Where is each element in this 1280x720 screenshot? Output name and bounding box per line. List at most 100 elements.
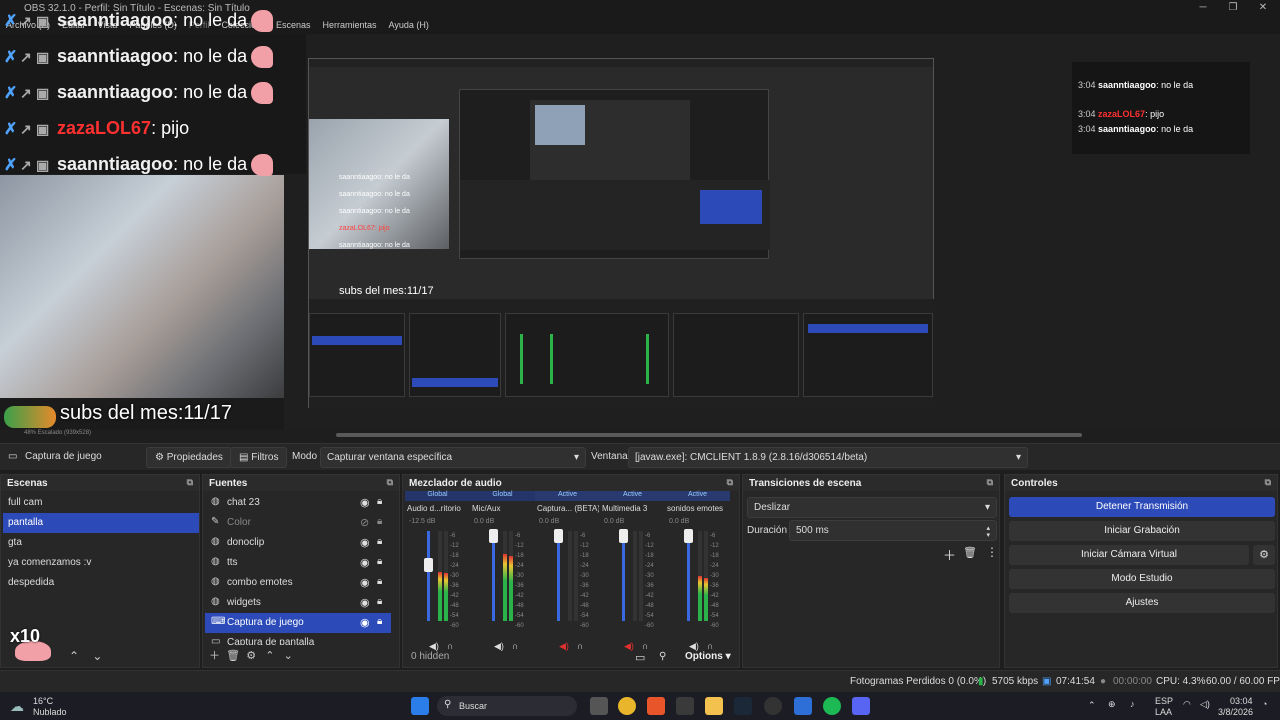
tray-chevron-icon[interactable]: ⌃ (1088, 700, 1096, 711)
windows-start-icon[interactable] (411, 697, 429, 715)
preview-canvas[interactable]: subs del mes:11/17 subs del mes:11/17 sa… (0, 10, 1280, 430)
muted-speaker-icon[interactable]: ◀) (624, 641, 634, 652)
undock-icon[interactable]: ⧉ (187, 477, 193, 488)
undock-icon[interactable]: ⧉ (987, 477, 993, 488)
menu-ayuda[interactable]: Ayuda (H) (383, 17, 435, 33)
source-item[interactable]: ✎ Color ⊘ 🔒︎ (205, 513, 391, 533)
gear-icon[interactable]: ⚙ (246, 650, 256, 662)
menu-herramientas[interactable]: Herramientas (317, 17, 383, 33)
lock-icon[interactable]: 🔒︎ (377, 576, 382, 587)
store-icon[interactable] (676, 697, 694, 715)
language-code[interactable]: ESP (1155, 696, 1173, 706)
filters-button[interactable]: ▤ Filtros (230, 447, 288, 468)
source-item[interactable]: ◍ widgets ◉ 🔒︎ (205, 593, 391, 613)
source-item[interactable]: ◍ donoclip ◉ 🔒︎ (205, 533, 391, 553)
volume-slider-knob[interactable] (554, 528, 563, 543)
channel-name[interactable]: Audio d...ritorio (407, 504, 469, 513)
source-item[interactable]: ▭ Captura de pantalla (205, 633, 391, 645)
visibility-eye-icon[interactable]: ◉ (360, 496, 370, 509)
undock-icon[interactable]: ⧉ (727, 477, 733, 488)
speaker-icon[interactable]: ◀) (494, 641, 504, 652)
speaker-icon[interactable]: ◀) (689, 641, 699, 652)
scene-item[interactable]: ya comenzamos :v (3, 553, 199, 573)
duration-spinbox[interactable]: 500 ms ▴ ▾ (789, 520, 997, 541)
minimize-button[interactable]: ─ (1188, 2, 1218, 16)
visibility-eye-icon[interactable]: ◉ (360, 576, 370, 589)
scene-item[interactable]: gta (3, 533, 199, 553)
scene-item-selected[interactable]: pantalla (3, 513, 199, 533)
source-item[interactable]: ◍ combo emotes ◉ 🔒︎ (205, 573, 391, 593)
start-recording-button[interactable]: Iniciar Grabación (1009, 521, 1275, 541)
chrome-icon[interactable] (618, 697, 636, 715)
headphones-icon[interactable]: ∩ (577, 641, 583, 651)
tray-mic-icon[interactable]: ♪ (1130, 699, 1135, 709)
spin-arrows-icon[interactable]: ▴ ▾ (986, 525, 990, 539)
scene-item[interactable]: despedida (3, 573, 199, 593)
move-up-icon[interactable]: ⌃ (265, 650, 274, 662)
wifi-icon[interactable]: ◠ (1183, 699, 1191, 710)
mode-select[interactable]: Capturar ventana específica ▾ (320, 447, 586, 468)
lock-icon[interactable]: 🔒︎ (377, 496, 382, 507)
start-virtual-camera-button[interactable]: Iniciar Cámara Virtual (1009, 545, 1249, 565)
scrollbar-thumb[interactable] (336, 433, 1082, 437)
volume-slider[interactable] (427, 531, 430, 621)
steam-icon[interactable] (734, 697, 752, 715)
mixer-advanced-icon[interactable]: ⚲ (659, 651, 666, 662)
visibility-eye-icon[interactable]: ◉ (360, 596, 370, 609)
tray-gamepad-icon[interactable]: ⊕ (1108, 699, 1116, 710)
close-button[interactable]: ✕ (1248, 2, 1278, 16)
channel-name[interactable]: Mic/Aux (472, 504, 534, 513)
undock-icon[interactable]: ⧉ (387, 477, 393, 488)
channel-name[interactable]: sonidos emotes (667, 504, 729, 513)
notification-bell-icon[interactable]: ◔ (1262, 699, 1267, 709)
capcut-icon[interactable] (794, 697, 812, 715)
source-item-selected[interactable]: ⌨ Captura de juego ◉ 🔒︎ (205, 613, 391, 633)
lock-icon[interactable]: 🔒︎ (377, 536, 382, 547)
volume-slider-knob[interactable] (619, 528, 628, 543)
headphones-icon[interactable]: ∩ (642, 641, 648, 651)
trash-icon[interactable]: 🗑︎ (226, 650, 240, 662)
visibility-eye-icon[interactable]: ◉ (360, 556, 370, 569)
headphones-icon[interactable]: ∩ (707, 641, 713, 651)
trash-icon[interactable]: 🗑︎ (963, 546, 977, 559)
source-item[interactable]: ◍ chat 23 ◉ 🔒︎ (205, 493, 391, 513)
spotify-icon[interactable] (823, 697, 841, 715)
window-select[interactable]: [javaw.exe]: CMCLIENT 1.8.9 (2.8.16/d306… (628, 447, 1028, 468)
hidden-eye-icon[interactable]: ⊘ (360, 516, 369, 529)
volume-slider-knob[interactable] (489, 528, 498, 543)
clock-date[interactable]: 3/8/2026 (1218, 707, 1253, 717)
visibility-eye-icon[interactable]: ◉ (360, 536, 370, 549)
virtual-camera-settings-icon[interactable]: ⚙ (1253, 545, 1275, 565)
lock-icon[interactable]: 🔒︎ (377, 516, 382, 527)
lock-icon[interactable]: 🔒︎ (377, 616, 382, 627)
volume-slider[interactable] (687, 531, 690, 621)
mixer-layout-icon[interactable]: ▭ (635, 651, 645, 664)
add-icon[interactable]: ＋ (943, 545, 956, 564)
transition-type-select[interactable]: Deslizar ▾ (747, 497, 997, 518)
volume-slider-knob[interactable] (424, 558, 433, 573)
stop-streaming-button[interactable]: Detener Transmisión (1009, 497, 1275, 517)
move-down-icon[interactable]: ⌄ (92, 649, 102, 663)
lock-icon[interactable]: 🔒︎ (377, 556, 382, 567)
volume-slider[interactable] (622, 531, 625, 621)
taskbar-search[interactable]: ⚲ Buscar (437, 696, 577, 716)
muted-speaker-icon[interactable]: ◀) (559, 641, 569, 652)
headphones-icon[interactable]: ∩ (512, 641, 518, 651)
language-layout[interactable]: LAA (1155, 707, 1172, 717)
properties-button[interactable]: ⚙ Propiedades (146, 447, 232, 468)
volume-icon[interactable]: ◁) (1200, 699, 1210, 710)
cloud-icon[interactable]: ☁ (10, 698, 24, 715)
studio-mode-button[interactable]: Modo Estudio (1009, 569, 1275, 589)
add-icon[interactable]: ＋ (209, 650, 220, 662)
speaker-icon[interactable]: ◀) (429, 641, 439, 652)
channel-name[interactable]: Captura... (BETA) (537, 504, 599, 513)
maximize-button[interactable]: ❐ (1218, 2, 1248, 16)
preview-scrollbar[interactable] (0, 430, 1280, 442)
volume-slider[interactable] (492, 531, 495, 621)
settings-button[interactable]: Ajustes (1009, 593, 1275, 613)
mixer-options-button[interactable]: Options ▾ (685, 651, 731, 662)
volume-slider-knob[interactable] (684, 528, 693, 543)
volume-slider[interactable] (557, 531, 560, 621)
headphones-icon[interactable]: ∩ (447, 641, 453, 651)
clock-time[interactable]: 03:04 (1230, 696, 1253, 706)
